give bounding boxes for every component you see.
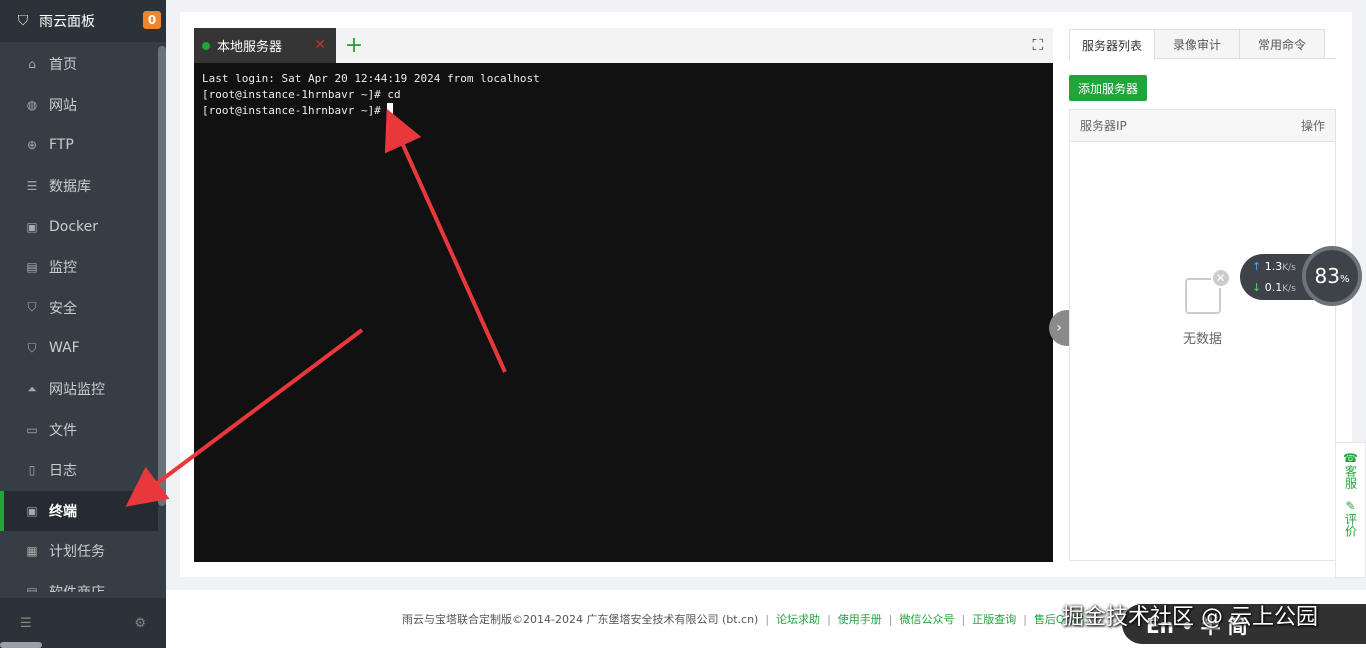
sidebar-item-label: 网站监控 (49, 382, 105, 399)
horizontal-scrollbar[interactable] (0, 642, 42, 648)
sidebar-item-label: 首页 (49, 57, 77, 74)
home-icon: ⌂ (28, 57, 36, 72)
sidebar-item-9[interactable]: ▭ 文件 (0, 409, 158, 450)
sidebar: ⛉ 雨云面板 0 ⌂ 首页 ◍ 网站 ⊕ FTP ☰ 数据库 ▣ Docker ▤ 监控 ⛉ 安全 ⛉ WAF… (0, 0, 166, 648)
terminal-tab-label: 本地服务器 (217, 40, 283, 55)
column-server-ip: 服务器IP (1080, 119, 1127, 133)
arrow-down-icon: ↓ (1252, 281, 1262, 294)
sidebar-item-label: 日志 (49, 463, 77, 480)
terminal-screen[interactable]: Last login: Sat Apr 20 12:44:19 2024 fro… (194, 63, 1053, 562)
ftp-icon: ⊕ (26, 138, 38, 153)
log-icon: ▯ (28, 463, 36, 478)
server-panel-tabs: 服务器列表 录像审计 常用命令 (1069, 29, 1336, 60)
sidebar-item-13[interactable]: ▤ 软件商店 (0, 572, 158, 592)
folder-icon: ▭ (26, 422, 38, 437)
notification-badge[interactable]: 0 (143, 11, 161, 29)
add-server-button[interactable]: 添加服务器 (1069, 75, 1147, 101)
sidebar-item-label: 监控 (49, 260, 77, 277)
empty-text: 无数据 (1182, 332, 1222, 347)
edit-icon: ✎ (1345, 499, 1356, 513)
cpu-value: 83 (1314, 264, 1340, 288)
sidebar-item-3[interactable]: ☰ 数据库 (0, 166, 158, 207)
sidebar-menu: ⌂ 首页 ◍ 网站 ⊕ FTP ☰ 数据库 ▣ Docker ▤ 监控 ⛉ 安全 ⛉ WAF ⏶ 网站监控 ▭ 文件 ▯… (0, 44, 158, 592)
review-button[interactable]: ✎ 评价 (1344, 499, 1358, 537)
footer-link-forum[interactable]: 论坛求助 (776, 611, 820, 627)
terminal-prompt-line: [root@instance-1hrnbavr ~]# (202, 103, 1045, 119)
logo-icon: ⛉ (17, 13, 29, 29)
customer-service-button[interactable]: ☎ 客服 (1343, 451, 1358, 489)
shield-icon: ⛉ (27, 300, 37, 315)
sidebar-item-label: 终端 (49, 503, 77, 520)
fullscreen-icon[interactable]: ⛶ (1032, 36, 1043, 54)
terminal-tab-local[interactable]: 本地服务器 ✕ (194, 28, 336, 63)
sidebar-item-label: 计划任务 (49, 544, 105, 561)
sidebar-item-label: FTP (49, 137, 74, 154)
server-table-header: 服务器IP 操作 (1070, 110, 1335, 142)
sidebar-item-5[interactable]: ▤ 监控 (0, 247, 158, 288)
terminal-cursor (387, 103, 394, 116)
sidebar-item-8[interactable]: ⏶ 网站监控 (0, 369, 158, 410)
sidebar-item-7[interactable]: ⛉ WAF (0, 328, 158, 369)
sidebar-item-label: 网站 (49, 97, 77, 114)
watermark: 掘金技术社区 @ 云上公园 (1062, 605, 1318, 630)
download-speed: ↓ 0.1K/s (1252, 281, 1296, 294)
terminal-tab-bar: 本地服务器 ✕ + ⛶ (194, 28, 1053, 63)
cpu-usage-ring[interactable]: 83% (1302, 246, 1362, 306)
sidebar-item-10[interactable]: ▯ 日志 (0, 450, 158, 491)
footer-link-wechat[interactable]: 微信公众号 (900, 611, 955, 627)
sidebar-item-label: Docker (49, 218, 99, 235)
waf-icon: ⛉ (27, 340, 37, 355)
brand-header: ⛉ 雨云面板 0 (0, 0, 166, 42)
database-icon: ☰ (26, 179, 38, 194)
feedback-sidebar: ☎ 客服 ✎ 评价 (1335, 442, 1366, 578)
terminal-line: [root@instance-1hrnbavr ~]# cd (202, 88, 401, 101)
sidebar-item-11[interactable]: ▣ 终端 (0, 490, 158, 532)
sidebar-scrollbar[interactable] (158, 46, 166, 506)
main-card: 本地服务器 ✕ + ⛶ Last login: Sat Apr 20 12:44… (180, 12, 1352, 577)
sidebar-item-12[interactable]: ▦ 计划任务 (0, 531, 158, 572)
sidebar-item-4[interactable]: ▣ Docker (0, 206, 158, 247)
footer-link-license[interactable]: 正版查询 (972, 611, 1016, 627)
empty-box-icon: ✕ (1184, 268, 1231, 314)
sidebar-item-label: 文件 (49, 422, 77, 439)
footer-copyright: 雨云与宝塔联合定制版©2014-2024 广东堡塔安全技术有限公司 (bt.cn… (402, 613, 759, 626)
sidebar-footer: ☰ ⚙ (0, 598, 166, 648)
column-action: 操作 (1300, 119, 1325, 133)
close-tab-icon[interactable]: ✕ (314, 37, 326, 53)
terminal-panel: 本地服务器 ✕ + ⛶ Last login: Sat Apr 20 12:44… (194, 28, 1069, 562)
sidebar-item-6[interactable]: ⛉ 安全 (0, 288, 158, 329)
headset-icon: ☎ (1343, 451, 1358, 465)
arrow-up-icon: ↑ (1252, 260, 1262, 273)
monitor-icon: ▤ (26, 260, 38, 275)
tab-recording-audit[interactable]: 录像审计 (1154, 29, 1240, 58)
status-dot-icon (202, 41, 210, 50)
terminal-line: Last login: Sat Apr 20 12:44:19 2024 fro… (202, 72, 540, 85)
globe-icon: ◍ (26, 97, 38, 112)
sidebar-item-label: 安全 (49, 300, 77, 317)
sidebar-item-2[interactable]: ⊕ FTP (0, 125, 158, 166)
terminal-icon: ▣ (26, 503, 38, 518)
sidebar-item-label: 软件商店 (49, 582, 105, 592)
settings-gear-icon[interactable]: ⚙ (134, 616, 146, 631)
upload-speed: ↑ 1.3K/s (1252, 260, 1296, 273)
footer-link-manual[interactable]: 使用手册 (838, 611, 882, 627)
sidebar-item-1[interactable]: ◍ 网站 (0, 85, 158, 126)
sidebar-item-label: 数据库 (49, 179, 91, 196)
sidebar-item-label: WAF (49, 340, 80, 357)
chart-icon: ⏶ (27, 381, 37, 396)
terminal-line: [root@instance-1hrnbavr ~]# (202, 104, 388, 117)
server-table: 服务器IP 操作 ✕ 无数据 (1069, 109, 1336, 561)
brand-title: 雨云面板 (39, 14, 95, 30)
collapse-menu-icon[interactable]: ☰ (20, 616, 32, 631)
docker-icon: ▣ (26, 219, 38, 234)
calendar-icon: ▦ (26, 544, 38, 559)
tab-common-commands[interactable]: 常用命令 (1239, 29, 1325, 58)
tab-server-list[interactable]: 服务器列表 (1069, 29, 1155, 60)
sidebar-item-0[interactable]: ⌂ 首页 (0, 44, 158, 85)
store-icon: ▤ (24, 584, 40, 592)
add-tab-icon[interactable]: + (336, 28, 372, 63)
